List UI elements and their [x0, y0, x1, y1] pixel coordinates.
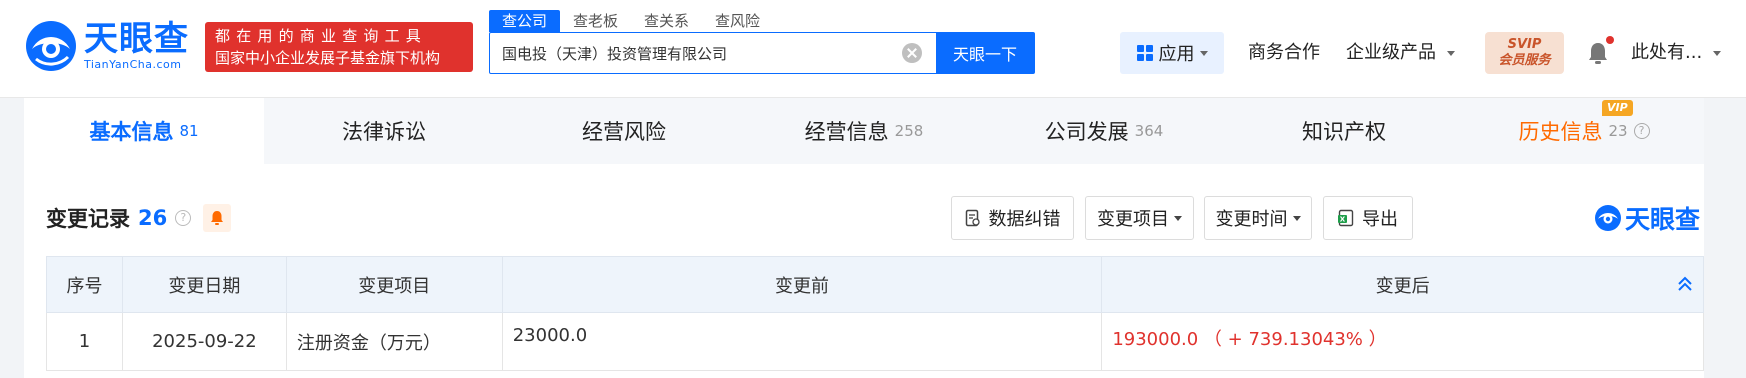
help-icon[interactable]: ?: [1633, 123, 1650, 139]
app-menu-label: 应用: [1158, 44, 1195, 65]
chevron-down-icon: [1712, 50, 1721, 56]
chevron-down-icon: [1174, 215, 1182, 221]
user-menu[interactable]: 此处有...: [1631, 32, 1721, 74]
data-correction-label: 数据纠错: [988, 209, 1061, 230]
tab-basic-info[interactable]: 基本信息 81: [24, 98, 264, 164]
export-label: 导出: [1362, 209, 1398, 230]
cell-index: 1: [46, 312, 123, 371]
tab-label: 基本信息: [89, 120, 174, 144]
header-after: 变更后: [1101, 256, 1704, 313]
chevron-down-icon: [1446, 50, 1455, 56]
tab-ip[interactable]: 知识产权: [1224, 98, 1464, 164]
section-title: 变更记录: [46, 207, 130, 231]
tab-operation[interactable]: 经营信息 258: [744, 98, 984, 164]
change-time-label: 变更时间: [1215, 209, 1288, 230]
eye-logo-icon: [26, 21, 76, 71]
vip-tag: VIP: [1602, 100, 1633, 116]
export-button[interactable]: X 导出: [1323, 196, 1413, 240]
chevron-down-icon: [1199, 50, 1208, 56]
search-type-tabs: 查公司 查老板 查关系 查风险: [489, 10, 773, 32]
bell-icon: [211, 211, 224, 225]
user-name: 此处有...: [1631, 42, 1703, 63]
cell-after: 193000.0 （ + 739.13043% ）: [1101, 312, 1704, 371]
tab-count: 23: [1608, 122, 1628, 140]
monitor-alert-button[interactable]: [203, 204, 232, 232]
tab-risk[interactable]: 经营风险: [504, 98, 744, 164]
slogan-line-2: 国家中小企业发展子基金旗下机构: [215, 49, 441, 67]
change-item-filter[interactable]: 变更项目: [1085, 196, 1194, 240]
tab-count: 364: [1134, 122, 1164, 140]
search-tab-risk[interactable]: 查风险: [702, 10, 773, 32]
grid-icon: [1136, 45, 1153, 61]
tab-label: 经营信息: [804, 120, 889, 144]
search-tab-boss[interactable]: 查老板: [560, 10, 631, 32]
header-before: 变更前: [501, 256, 1103, 313]
cell-item: 注册资金（万元）: [285, 312, 503, 371]
main-card: 基本信息 81 法律诉讼 经营风险 经营信息 258 公司发展 364 知识产权…: [24, 98, 1704, 378]
data-correction-button[interactable]: 数据纠错: [951, 196, 1074, 240]
notification-dot: [1606, 36, 1614, 44]
app-menu-button[interactable]: 应用: [1120, 32, 1224, 74]
chevron-down-icon: [1292, 215, 1301, 221]
search-input[interactable]: [490, 33, 902, 73]
slogan-banner: 都在用的商业查询工具 国家中小企业发展子基金旗下机构: [205, 22, 473, 72]
cell-date: 2025-09-22: [121, 312, 287, 371]
header-after-label: 变更后: [1375, 275, 1430, 297]
enterprise-products-menu[interactable]: 企业级产品: [1346, 32, 1455, 74]
business-cooperation-link[interactable]: 商务合作: [1248, 32, 1320, 74]
help-icon[interactable]: ?: [175, 210, 192, 226]
tab-label: 法律诉讼: [342, 120, 426, 144]
tab-history[interactable]: VIP 历史信息 23 ?: [1464, 98, 1704, 164]
search-tab-relation[interactable]: 查关系: [631, 10, 702, 32]
header-index: 序号: [46, 256, 123, 313]
table-header-row: 序号 变更日期 变更项目 变更前 变更后: [46, 256, 1704, 313]
change-item-label: 变更项目: [1097, 209, 1169, 230]
svip-label: SVIP: [1507, 37, 1542, 52]
search-box: 天眼一下: [489, 32, 1035, 74]
change-records-table: 序号 变更日期 变更项目 变更前 变更后 1 2025-09-22 注册资金（万…: [46, 256, 1704, 371]
slogan-line-1: 都在用的商业查询工具: [215, 27, 428, 45]
tab-development[interactable]: 公司发展 364: [984, 98, 1224, 164]
tab-legal[interactable]: 法律诉讼: [264, 98, 504, 164]
change-time-filter[interactable]: 变更时间: [1204, 196, 1312, 240]
table-row: 1 2025-09-22 注册资金（万元） 23000.0 193000.0 （…: [46, 312, 1704, 371]
header-item: 变更项目: [285, 256, 503, 313]
eye-logo-icon: [1595, 205, 1621, 231]
brand-domain: TianYanCha.com: [84, 58, 182, 71]
excel-icon: X: [1338, 209, 1354, 227]
tab-count: 81: [179, 122, 199, 140]
tab-label: 历史信息: [1518, 120, 1603, 144]
tab-count: 258: [894, 122, 924, 140]
brand-logo[interactable]: 天眼查 TianYanCha.com: [24, 18, 189, 74]
cell-before: 23000.0: [501, 312, 1103, 371]
brand-name: 天眼查: [84, 19, 189, 59]
search-tab-company[interactable]: 查公司: [489, 10, 561, 32]
tab-label: 知识产权: [1302, 120, 1386, 144]
watermark-logo: 天眼查: [1594, 200, 1700, 236]
company-tabs: 基本信息 81 法律诉讼 经营风险 经营信息 258 公司发展 364 知识产权…: [24, 98, 1704, 164]
collapse-up-icon[interactable]: [1677, 275, 1693, 293]
enterprise-products-label: 企业级产品: [1346, 42, 1436, 63]
document-edit-icon: [965, 209, 980, 227]
svg-text:X: X: [1340, 216, 1346, 224]
member-service-label: 会员服务: [1498, 53, 1551, 68]
svip-member-button[interactable]: SVIP 会员服务: [1485, 32, 1564, 74]
notification-bell-icon[interactable]: [1588, 42, 1608, 64]
top-header: 天眼查 TianYanCha.com 都在用的商业查询工具 国家中小企业发展子基…: [0, 0, 1746, 98]
tab-label: 经营风险: [582, 120, 666, 144]
header-date: 变更日期: [121, 256, 287, 313]
search-button[interactable]: 天眼一下: [936, 33, 1034, 73]
section-count: 26: [138, 206, 168, 230]
watermark-brand: 天眼查: [1625, 205, 1701, 234]
section-header: 变更记录 26 ?: [46, 198, 232, 238]
clear-icon[interactable]: [902, 43, 922, 63]
tab-label: 公司发展: [1044, 120, 1129, 144]
